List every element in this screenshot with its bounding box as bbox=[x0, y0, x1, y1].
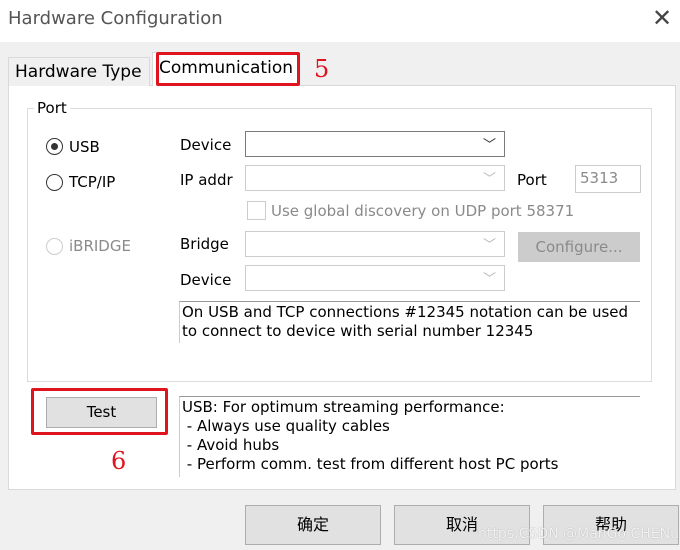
test-info-line: USB: For optimum streaming performance: bbox=[182, 398, 505, 416]
bridge-label: Bridge bbox=[180, 235, 229, 253]
configure-button[interactable]: Configure... bbox=[518, 232, 640, 262]
port-label: Port bbox=[517, 171, 547, 189]
test-info-line: - Avoid hubs bbox=[182, 436, 280, 454]
window-title: Hardware Configuration bbox=[8, 8, 223, 29]
chevron-down-icon: ﹀ bbox=[482, 272, 496, 287]
usb-tcp-info-text: On USB and TCP connections #12345 notati… bbox=[179, 301, 640, 343]
annotation-6: 6 bbox=[111, 447, 127, 475]
udp-discovery-label: Use global discovery on UDP port 58371 bbox=[271, 202, 575, 220]
radio-ibridge-label: iBRIDGE bbox=[69, 237, 131, 255]
device-label: Device bbox=[180, 136, 232, 154]
radio-usb[interactable] bbox=[46, 138, 63, 155]
watermark: https:CSDN @ManGo CHENu bbox=[478, 526, 680, 542]
highlight-box-test bbox=[31, 388, 168, 435]
highlight-box-communication bbox=[156, 52, 300, 86]
radio-tcpip-label: TCP/IP bbox=[69, 173, 116, 191]
bridge-select[interactable]: ﹀ bbox=[245, 231, 505, 257]
chevron-down-icon: ﹀ bbox=[482, 138, 496, 153]
annotation-5: 5 bbox=[314, 55, 330, 83]
device-select[interactable]: ﹀ bbox=[245, 131, 505, 157]
port-input[interactable]: 5313 bbox=[575, 165, 641, 193]
ip-addr-label: IP addr bbox=[180, 171, 233, 189]
radio-tcpip[interactable] bbox=[46, 174, 63, 191]
test-info-box: USB: For optimum streaming performance: … bbox=[179, 396, 640, 477]
close-icon[interactable]: ✕ bbox=[652, 4, 672, 32]
tab-hardware-type[interactable]: Hardware Type bbox=[8, 57, 150, 86]
device2-select[interactable]: ﹀ bbox=[245, 265, 505, 291]
port-group-label: Port bbox=[34, 99, 70, 117]
radio-ibridge[interactable] bbox=[46, 238, 63, 255]
ok-button[interactable]: 确定 bbox=[245, 505, 381, 545]
radio-usb-label: USB bbox=[69, 138, 100, 156]
chevron-down-icon: ﹀ bbox=[482, 238, 496, 253]
test-info-line: - Perform comm. test from different host… bbox=[182, 455, 559, 473]
chevron-down-icon: ﹀ bbox=[482, 172, 496, 187]
udp-discovery-checkbox[interactable] bbox=[247, 201, 266, 220]
test-info-line: - Always use quality cables bbox=[182, 417, 390, 435]
device2-label: Device bbox=[180, 271, 232, 289]
ip-addr-select[interactable]: ﹀ bbox=[245, 165, 505, 191]
